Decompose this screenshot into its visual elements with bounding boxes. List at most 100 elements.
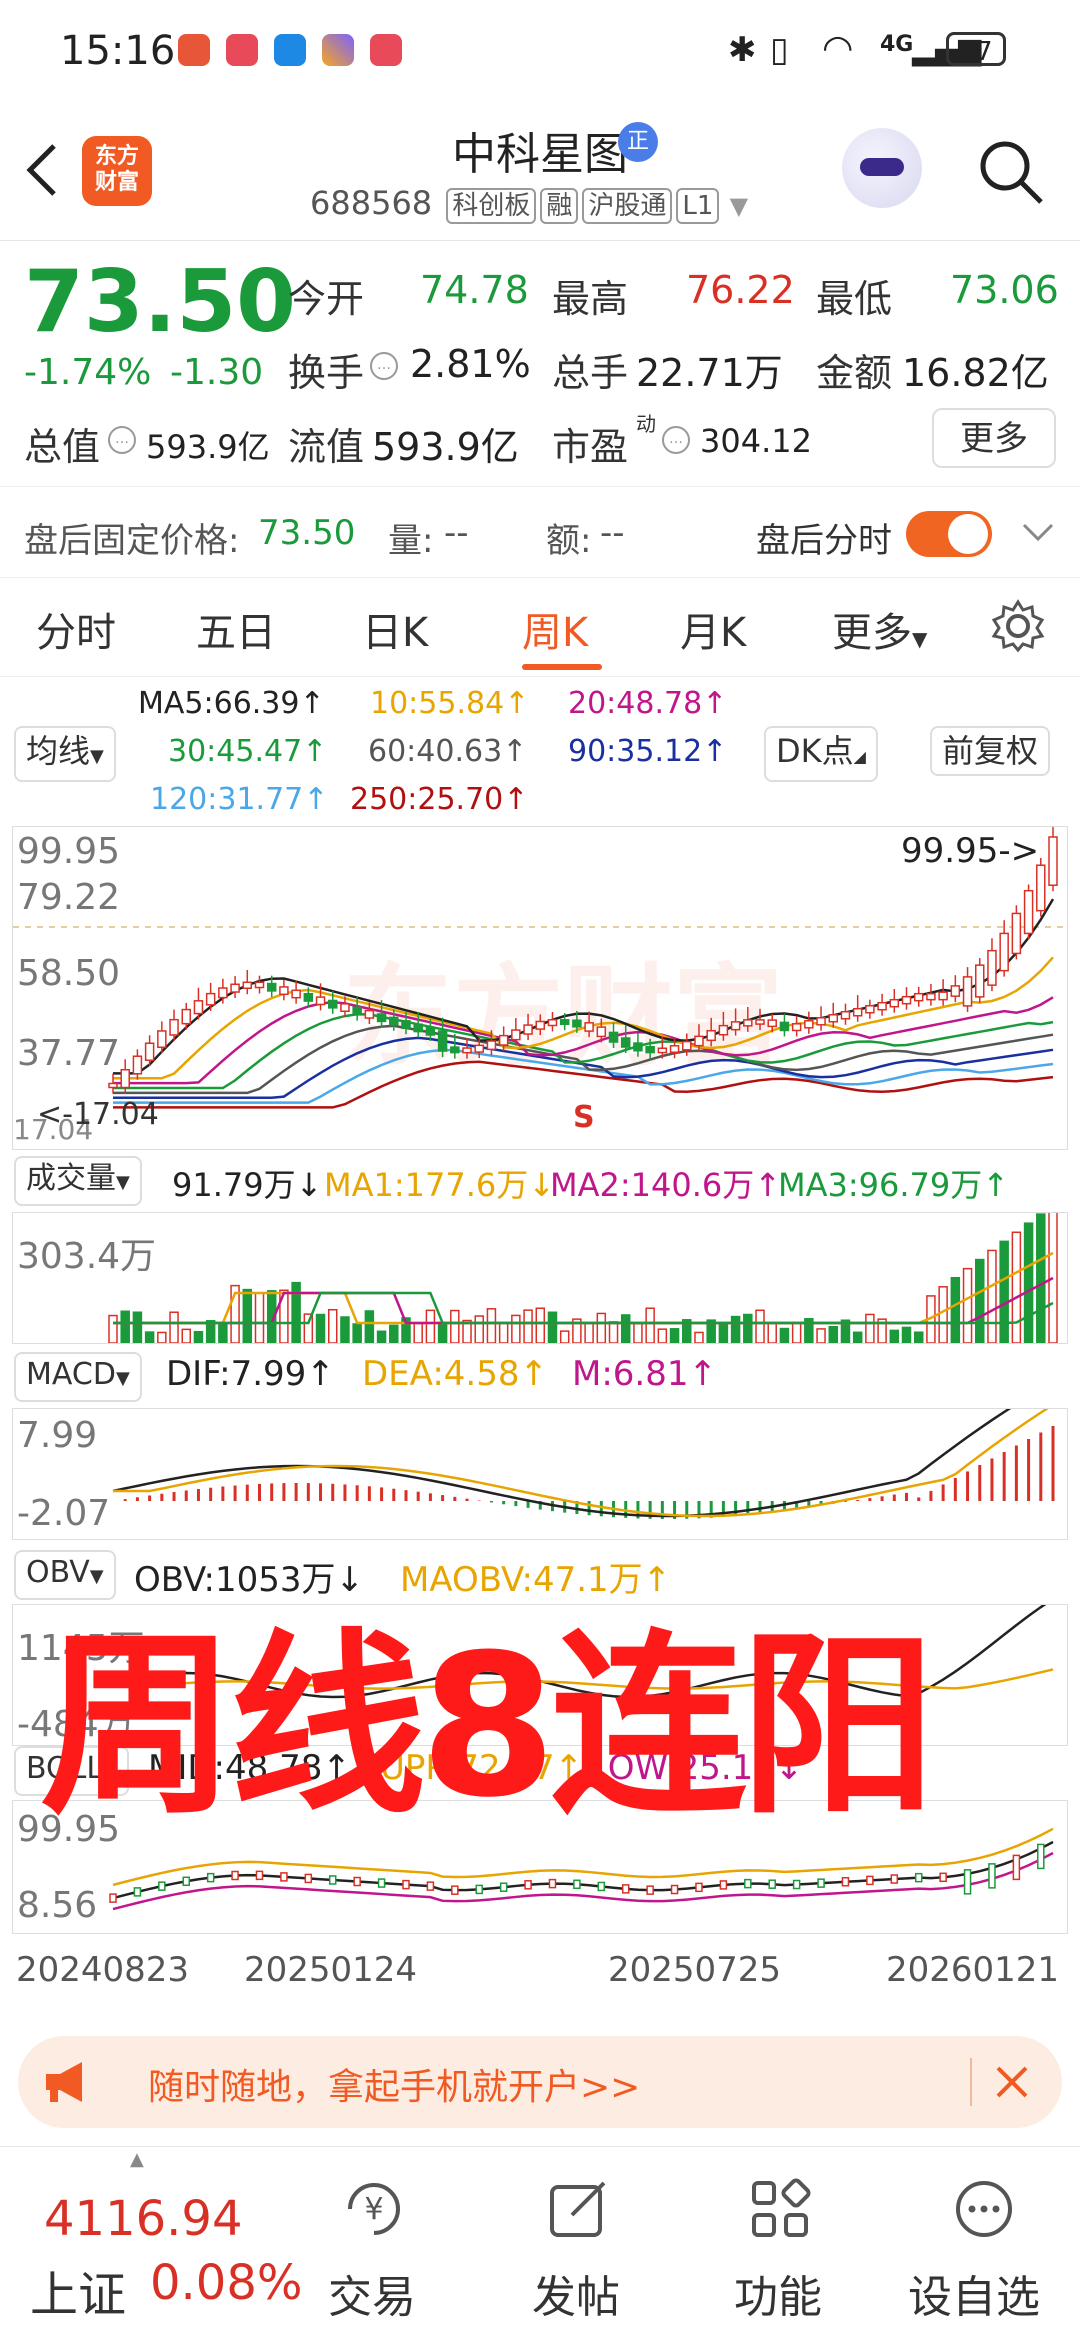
close-icon[interactable] xyxy=(994,2064,1030,2100)
boll-candle xyxy=(744,1878,752,1889)
low-value: 73.06 xyxy=(950,268,1059,312)
tab-daily-k[interactable]: 日K xyxy=(362,600,428,658)
volume-axis-label: 303.4万 xyxy=(17,1236,157,1277)
date-label: 20240823 xyxy=(16,1950,190,1990)
tab-weekly-k[interactable]: 周K xyxy=(522,600,588,658)
boll-candle xyxy=(695,1882,703,1893)
chevron-down-icon[interactable]: ▼ xyxy=(730,192,748,220)
nav-add-watchlist[interactable]: 设自选 xyxy=(908,2147,1058,2337)
ma60-label: 60:40.63↑ xyxy=(368,734,528,769)
notification-app-icon xyxy=(178,34,210,66)
candle xyxy=(364,1009,375,1019)
candle xyxy=(108,1082,118,1089)
boll-candle xyxy=(963,1869,972,1895)
tab-monthly-k[interactable]: 月K xyxy=(680,600,746,658)
date-label: 20260121 xyxy=(886,1950,1060,1990)
boll-candle xyxy=(939,1872,947,1883)
after-price-label: 盘后固定价格: xyxy=(24,521,240,561)
nav-functions[interactable]: 功能 xyxy=(726,2147,836,2337)
macd-selector[interactable]: MACD▼ xyxy=(14,1352,142,1402)
index-name[interactable]: 上证 xyxy=(30,2255,126,2325)
volume-bar xyxy=(340,1316,350,1343)
tab-more[interactable]: 更多▼ xyxy=(832,600,927,658)
dk-point-button[interactable]: DK点◢ xyxy=(764,726,878,782)
chevron-down-icon[interactable] xyxy=(1020,521,1056,545)
message-icon xyxy=(274,34,306,66)
nav-post[interactable]: 发帖 xyxy=(524,2147,634,2337)
volume-value: 22.71万 xyxy=(636,351,783,395)
nav-label: 设自选 xyxy=(908,2272,1040,2323)
volume-bar xyxy=(437,1321,448,1343)
volume-bar xyxy=(389,1324,399,1343)
mktcap-value: 593.9亿 xyxy=(146,428,270,466)
tag-margin: 融 xyxy=(540,188,579,224)
mktcap-label: 总值 xyxy=(24,425,101,469)
candle xyxy=(1023,889,1034,935)
search-icon[interactable] xyxy=(975,136,1047,208)
candle xyxy=(572,1019,582,1028)
volume-bar xyxy=(657,1328,668,1343)
ma-selector[interactable]: 均线▼ xyxy=(14,726,116,782)
boll-candle xyxy=(182,1876,190,1887)
candle xyxy=(413,1023,423,1033)
info-icon[interactable]: … xyxy=(108,426,136,454)
stock-code-row: 688568 科创板融沪股通 L1 ▼ xyxy=(310,184,748,224)
ma10-label: 10:55.84↑ xyxy=(370,686,530,721)
volume-bar xyxy=(108,1314,118,1343)
tab-intraday[interactable]: 分时 xyxy=(36,600,116,658)
candle xyxy=(376,1013,387,1023)
bluetooth-icon: ✱ xyxy=(728,30,757,70)
volume-ma3: MA3:96.79万↑ xyxy=(778,1166,1010,1204)
index-change[interactable]: 0.08% xyxy=(150,2255,302,2311)
overlay-caption: 周线8连阳 xyxy=(40,1613,936,1841)
ai-assistant-icon[interactable] xyxy=(842,128,922,208)
candle xyxy=(987,949,997,986)
macd-chart-panel[interactable]: 7.99 -2.07 xyxy=(12,1408,1068,1540)
volume-chart-panel[interactable]: 303.4万 xyxy=(12,1212,1068,1344)
volume-label: 总手 xyxy=(552,351,629,395)
gear-icon[interactable] xyxy=(990,598,1046,654)
network-type: 4G xyxy=(880,32,914,57)
info-icon[interactable]: … xyxy=(370,352,398,380)
candle xyxy=(962,976,973,1007)
volume-bar xyxy=(730,1315,741,1343)
chevron-up-icon[interactable]: ▲ xyxy=(130,2149,144,2170)
volume-ma-line xyxy=(113,1291,1054,1325)
volume-bar xyxy=(1011,1231,1022,1343)
name-badge: 正 xyxy=(618,122,658,162)
boll-candle xyxy=(353,1876,361,1887)
volume-bar xyxy=(498,1321,509,1343)
candle xyxy=(450,1046,460,1054)
boll-axis-bottom: 8.56 xyxy=(17,1885,98,1926)
ma30-label: 30:45.47↑ xyxy=(168,734,328,769)
candle xyxy=(132,1055,143,1075)
info-icon[interactable]: … xyxy=(662,426,690,454)
candle xyxy=(303,992,314,1002)
kline-axis-top: 99.95 xyxy=(17,831,121,872)
kline-chart-panel[interactable]: 东方财富 S 99.95 79.22 58.50 37.77 17.04 <-1… xyxy=(12,826,1068,1150)
nav-trade[interactable]: ¥ 交易 xyxy=(320,2147,430,2337)
boll-candle xyxy=(133,1887,142,1897)
boll-candle xyxy=(280,1872,288,1882)
candle xyxy=(535,1020,546,1030)
open-account-banner[interactable]: 随时随地，拿起手机就开户>> xyxy=(18,2036,1062,2128)
volume-bar xyxy=(779,1327,790,1343)
volume-bar xyxy=(327,1308,338,1343)
volume-bar xyxy=(376,1330,387,1343)
pe-value: 304.12 xyxy=(700,422,812,460)
volume-selector[interactable]: 成交量▼ xyxy=(14,1156,142,1206)
more-button[interactable]: 更多 xyxy=(932,408,1056,468)
ma30-line xyxy=(113,1013,1054,1090)
tab-five-day[interactable]: 五日 xyxy=(196,600,276,658)
change-value: -1.30 xyxy=(170,352,264,393)
volume-value: 91.79万↓ xyxy=(172,1166,323,1204)
volume-bar xyxy=(669,1328,680,1343)
index-value[interactable]: 4116.94 xyxy=(44,2191,243,2247)
volume-ma-line xyxy=(113,1276,1054,1325)
price-adjust-button[interactable]: 前复权 xyxy=(930,726,1051,776)
boll-candle xyxy=(670,1884,679,1895)
tag-level: L1 xyxy=(676,188,720,224)
candle xyxy=(193,1000,204,1015)
after-hours-row: 盘后固定价格: 73.50 量: -- 额: -- 盘后分时 xyxy=(0,486,1080,578)
candle xyxy=(425,1026,436,1036)
